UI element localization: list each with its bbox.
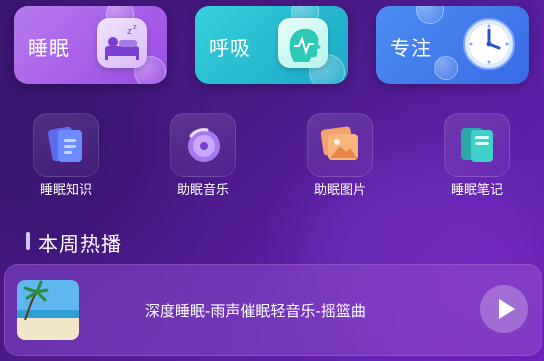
play-button[interactable] [480, 285, 528, 333]
hot-track-item[interactable]: 深度睡眠-雨声催眠轻音乐-摇篮曲 [4, 264, 542, 356]
bubble-decoration [416, 6, 444, 24]
feature-label: 睡眠知识 [39, 183, 92, 198]
clock-icon [462, 17, 516, 71]
feature-sleep-pictures[interactable]: 助眠图片 [304, 113, 376, 198]
track-title: 深度睡眠-雨声催眠轻音乐-摇篮曲 [145, 302, 366, 320]
section-title: 本周热播 [38, 232, 122, 256]
sleep-card-label: 睡眠 [28, 36, 70, 60]
track-thumbnail [17, 280, 79, 340]
knowledge-cards-icon [33, 113, 99, 177]
focus-card[interactable]: 专注 [376, 6, 529, 84]
picture-stack-icon [307, 113, 373, 177]
feature-label: 睡眠笔记 [450, 183, 503, 198]
notebook-icon [444, 113, 510, 177]
breath-card-label: 呼吸 [209, 36, 251, 60]
svg-text:z: z [127, 27, 132, 37]
breath-card[interactable]: 呼吸 [195, 6, 348, 84]
music-disc-icon [170, 113, 236, 177]
feature-sleep-music[interactable]: 助眠音乐 [167, 113, 239, 198]
feature-sleep-knowledge[interactable]: 睡眠知识 [30, 113, 102, 198]
svg-text:z: z [133, 23, 137, 31]
feature-sleep-notes[interactable]: 睡眠笔记 [441, 113, 513, 198]
sleep-card[interactable]: 睡眠 z z [14, 6, 167, 84]
section-title-marker [26, 232, 30, 250]
focus-card-label: 专注 [390, 36, 432, 60]
sleeping-person-icon: z z [97, 18, 147, 68]
play-icon [499, 299, 515, 319]
bubble-decoration [434, 56, 458, 80]
breathing-head-icon [278, 18, 328, 68]
feature-label: 助眠图片 [313, 183, 366, 198]
feature-label: 助眠音乐 [176, 183, 229, 198]
